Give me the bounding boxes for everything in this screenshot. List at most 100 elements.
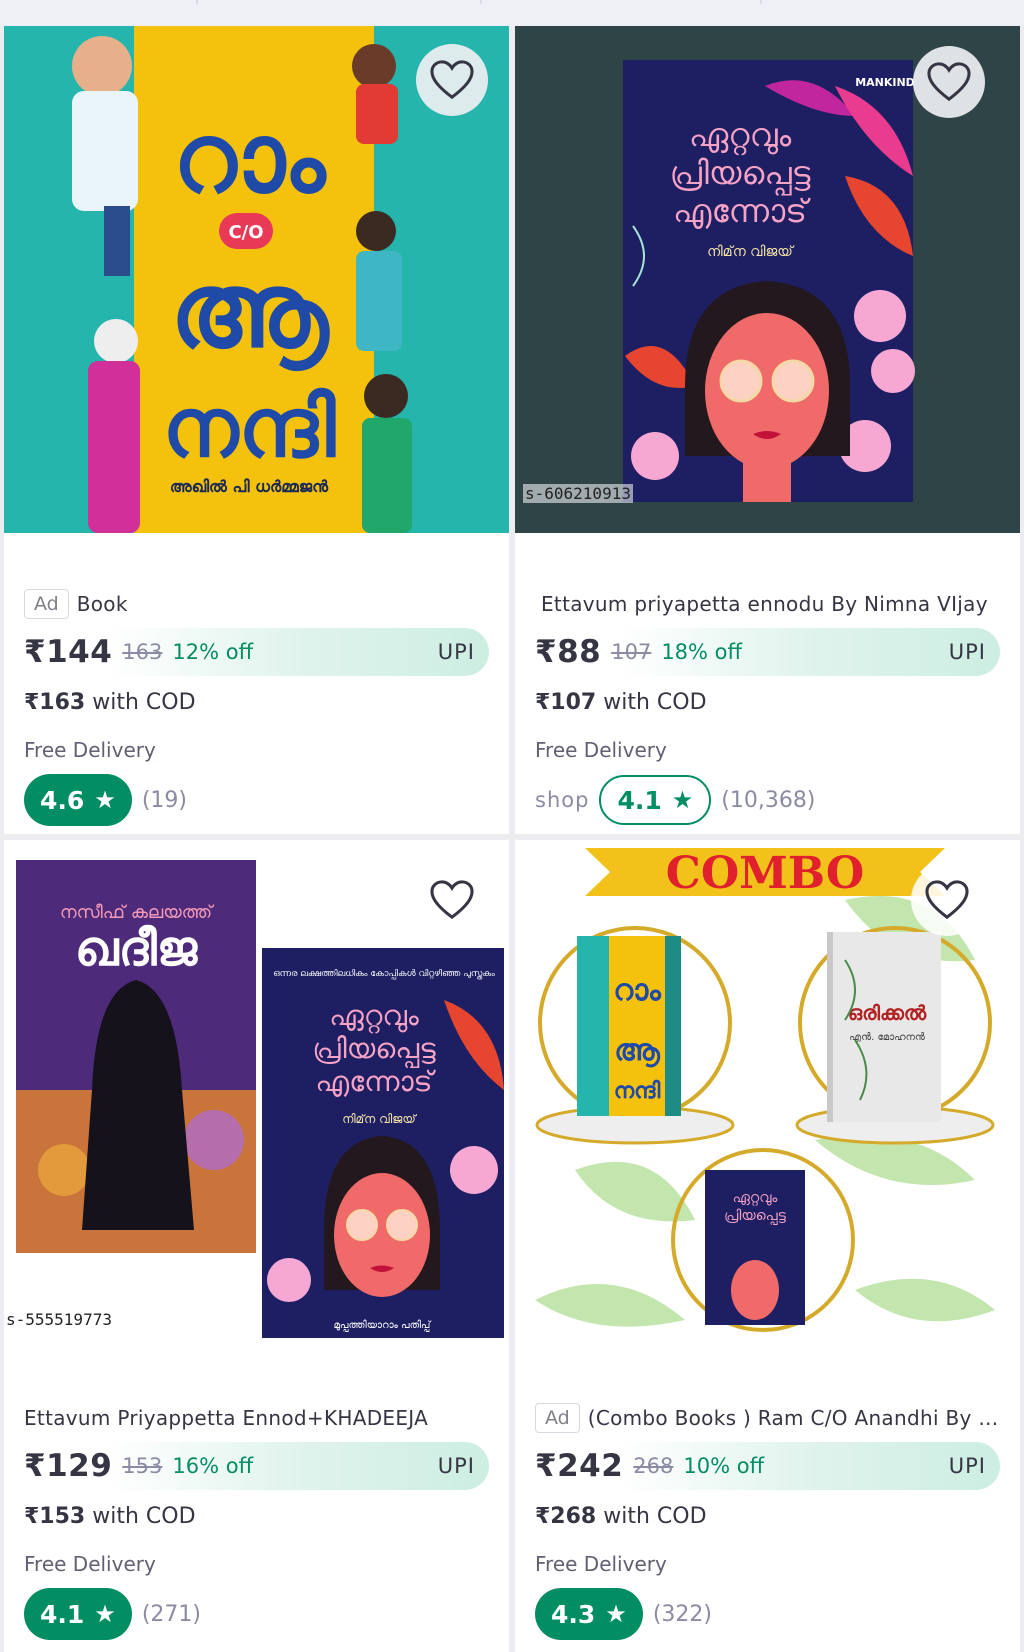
- product-title-row: Ettavum Priyappetta Ennod+KHADEEJA: [24, 1398, 489, 1438]
- divider: [196, 0, 198, 4]
- cover-title-line: പ്രിയപ്പെട്ട: [312, 1032, 436, 1068]
- rating-value: 4.3: [551, 1599, 596, 1629]
- price: ₹242: [535, 1448, 624, 1484]
- cod-price: ₹268 with COD: [535, 1504, 1000, 1529]
- book-title: പ്രിയപ്പെട്ട: [724, 1208, 786, 1225]
- heart-outline-icon: [430, 880, 474, 920]
- upi-badge: UPI: [437, 1454, 475, 1478]
- rating-count: (10,368): [721, 787, 816, 813]
- divider: [760, 0, 762, 4]
- cover-title-line: എന്നോട്: [673, 192, 811, 230]
- cover-title-line: എന്നോട്: [315, 1065, 436, 1098]
- cod-amount: ₹268: [535, 1504, 597, 1529]
- upi-badge: UPI: [437, 640, 475, 664]
- rating-row: shop 4.1 ★ (10,368): [535, 774, 1000, 826]
- delivery-info: Free Delivery: [535, 1552, 667, 1576]
- star-icon: ★: [671, 786, 694, 814]
- rating-value: 4.1: [40, 1599, 85, 1629]
- cover-title-line: പ്രിയപ്പെട്ട: [670, 154, 811, 195]
- rating-row: 4.3 ★ (322): [535, 1588, 1000, 1640]
- cod-suffix: with COD: [92, 1504, 196, 1529]
- product-title: Book: [76, 592, 128, 616]
- price-row: ₹242 268 10% off UPI: [535, 1442, 1000, 1490]
- product-image[interactable]: MANKIND ഏറ്റവും പ്രിയപ്പെട്ട എന്നോട് നിമ…: [515, 26, 1020, 533]
- product-image[interactable]: റാം C/O ആ നന്ദി അഖിൽ പി ധർമ്മജൻ: [4, 26, 509, 533]
- shop-label: shop: [535, 788, 590, 812]
- wishlist-button[interactable]: [416, 44, 488, 116]
- cod-suffix: with COD: [92, 690, 196, 715]
- product-card[interactable]: MANKIND ഏറ്റവും പ്രിയപ്പെട്ട എന്നോട് നിമ…: [515, 26, 1020, 834]
- price: ₹144: [24, 634, 113, 670]
- upi-badge: UPI: [948, 1454, 986, 1478]
- product-image[interactable]: COMBO റാം ആ നന്ദി ഒരിക്കൽ എൻ. മോഹനൻ ഏറ്റ…: [515, 840, 1020, 1347]
- delivery-info: Free Delivery: [24, 738, 156, 762]
- cover-title-line: ആ: [170, 249, 330, 372]
- cover-author: അഖിൽ പി ധർമ്മജൻ: [170, 477, 329, 496]
- star-icon: ★: [94, 1600, 116, 1628]
- delivery-info: Free Delivery: [24, 1552, 156, 1576]
- book-title: ഒരിക്കൽ: [848, 1001, 927, 1025]
- price-row: ₹144 163 12% off UPI: [24, 628, 489, 676]
- cod-amount: ₹163: [24, 690, 86, 715]
- product-title-row: Ad Book: [24, 584, 489, 624]
- product-title: Ettavum Priyappetta Ennod+KHADEEJA: [24, 1406, 429, 1430]
- product-card[interactable]: നസീഫ് കലയത്ത് ഖദീജ ഒന്നര ലക്ഷത്തിലധികം ക…: [4, 840, 509, 1652]
- mrp: 107: [611, 640, 652, 664]
- book-title: റാം: [613, 973, 662, 1008]
- discount: 10% off: [683, 1454, 765, 1478]
- cod-amount: ₹107: [535, 690, 597, 715]
- cod-amount: ₹153: [24, 1504, 86, 1529]
- rating-count: (322): [652, 1601, 712, 1627]
- rating-row: 4.6 ★ (19): [24, 774, 489, 826]
- rating-value: 4.6: [40, 785, 85, 815]
- combo-banner: COMBO: [666, 848, 864, 899]
- cover-title-line: ഏറ്റവും: [689, 116, 792, 155]
- cover-title-line: നന്ദി: [162, 381, 335, 476]
- rating-value: 4.1: [617, 785, 662, 815]
- rating-badge: 4.1 ★: [24, 1588, 132, 1640]
- rating-badge: 4.1 ★: [599, 775, 712, 825]
- cod-suffix: with COD: [603, 690, 707, 715]
- cover-author: നിമ്‌ന വിജയ്: [342, 1112, 417, 1126]
- price-row: ₹129 153 16% off UPI: [24, 1442, 489, 1490]
- book-author: എൻ. മോഹനൻ: [849, 1032, 925, 1043]
- rating-badge: 4.6 ★: [24, 774, 132, 826]
- product-card[interactable]: റാം C/O ആ നന്ദി അഖിൽ പി ധർമ്മജൻ Ad Book …: [4, 26, 509, 834]
- ad-badge: Ad: [535, 1403, 580, 1433]
- rating-count: (19): [141, 787, 187, 813]
- star-icon: ★: [94, 786, 116, 814]
- book-title: ആ: [614, 1033, 661, 1068]
- book-title: ഏറ്റവും: [733, 1190, 778, 1207]
- product-code: s-555519773: [4, 1310, 114, 1329]
- cover-title-line: ഏറ്റവും: [329, 999, 419, 1033]
- price-row: ₹88 107 18% off UPI: [535, 628, 1000, 676]
- discount: 12% off: [172, 640, 254, 664]
- mrp: 268: [633, 1454, 674, 1478]
- wishlist-button[interactable]: [911, 864, 983, 936]
- cover-title: ഖദീജ: [75, 921, 199, 977]
- product-image[interactable]: നസീഫ് കലയത്ത് ഖദീജ ഒന്നര ലക്ഷത്തിലധികം ക…: [4, 840, 509, 1347]
- cover-title-line: C/O: [228, 222, 263, 243]
- rating-count: (271): [141, 1601, 201, 1627]
- product-title-row: Ad (Combo Books ) Ram C/O Anandhi By A..…: [535, 1398, 1000, 1438]
- mrp: 153: [122, 1454, 163, 1478]
- publisher-logo: MANKIND: [855, 76, 915, 89]
- ad-badge: Ad: [24, 589, 69, 619]
- star-icon: ★: [605, 1600, 627, 1628]
- price: ₹88: [535, 634, 602, 670]
- cover-author: നസീഫ് കലയത്ത്: [60, 902, 215, 923]
- heart-outline-icon: [925, 880, 969, 920]
- product-title-row: Ettavum priyapetta ennodu By Nimna VIjay: [541, 584, 1000, 624]
- discount: 18% off: [661, 640, 742, 664]
- product-title: (Combo Books ) Ram C/O Anandhi By A...: [587, 1406, 1000, 1430]
- delivery-info: Free Delivery: [535, 738, 667, 762]
- wishlist-button[interactable]: [416, 864, 488, 936]
- wishlist-button[interactable]: [913, 46, 985, 118]
- mrp: 163: [122, 640, 163, 664]
- cover-tagline: ഒന്നര ലക്ഷത്തിലധികം കോപ്പികൾ വിറ്റഴിഞ്ഞ …: [273, 968, 495, 979]
- book-title: നന്ദി: [614, 1079, 661, 1104]
- product-card[interactable]: COMBO റാം ആ നന്ദി ഒരിക്കൽ എൻ. മോഹനൻ ഏറ്റ…: [515, 840, 1020, 1652]
- cod-suffix: with COD: [603, 1504, 707, 1529]
- rating-row: 4.1 ★ (271): [24, 1588, 489, 1640]
- cover-title-line: റാം: [173, 102, 327, 214]
